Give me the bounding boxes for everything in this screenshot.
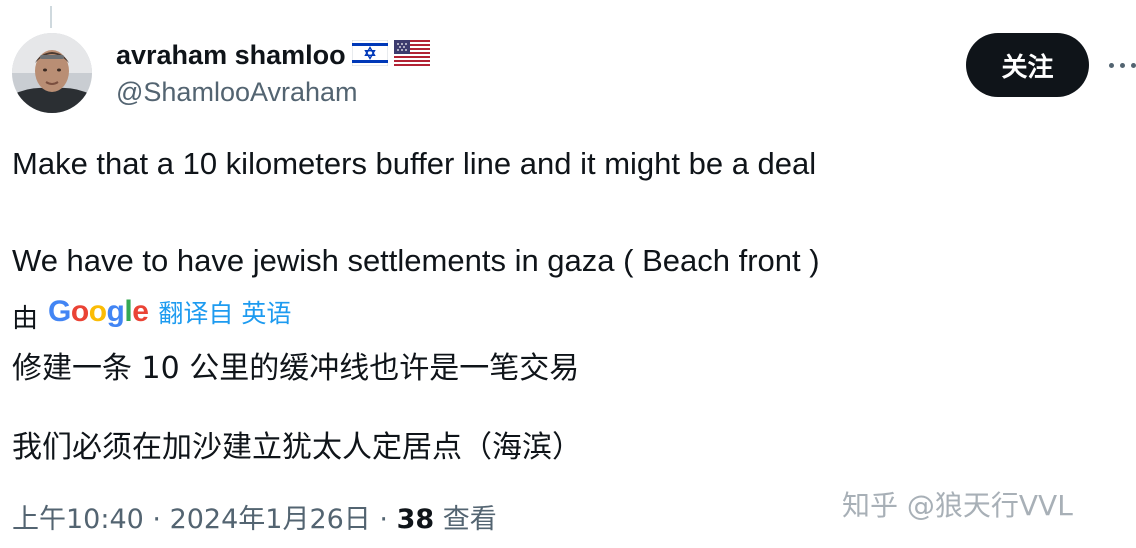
author-name-row: avraham shamloo	[116, 38, 430, 72]
views-count: 38	[396, 504, 435, 535]
thread-connector-line	[50, 6, 52, 28]
meta-separator: ·	[143, 504, 170, 535]
avatar[interactable]	[12, 33, 92, 113]
translated-by-label: 由	[12, 303, 39, 334]
views-label: 查看	[434, 504, 497, 535]
more-horizontal-icon[interactable]	[1109, 52, 1136, 78]
tweet-time[interactable]: 上午10:40	[12, 504, 144, 535]
israel-flag-icon	[351, 39, 389, 71]
translated-text-line-2: 我们必须在加沙建立犹太人定居点（海滨）	[12, 430, 582, 465]
translated-from-link[interactable]: 翻译自 英语	[158, 294, 291, 330]
tweet-text-line-2: We have to have jewish settlements in ga…	[12, 243, 820, 278]
usa-flag-icon	[393, 39, 430, 71]
tweet-text-line-1: Make that a 10 kilometers buffer line an…	[12, 146, 817, 181]
meta-separator: ·	[370, 504, 397, 535]
author-display-name[interactable]: avraham shamloo	[116, 40, 346, 71]
translation-attribution: 由 Google 翻译自 英语	[12, 292, 291, 334]
tweet-meta: 上午10:40 · 2024年1月26日 · 38 查看	[12, 497, 497, 536]
google-logo: Google	[48, 295, 149, 328]
follow-button[interactable]: 关注	[966, 33, 1089, 97]
translated-text-line-1: 修建一条 10 公里的缓冲线也许是一笔交易	[12, 351, 580, 386]
tweet-date[interactable]: 2024年1月26日	[170, 504, 371, 535]
watermark: 知乎 @狼天行VVL	[842, 489, 1073, 522]
avatar-photo	[12, 33, 92, 113]
author-handle[interactable]: @ShamlooAvraham	[116, 77, 358, 108]
